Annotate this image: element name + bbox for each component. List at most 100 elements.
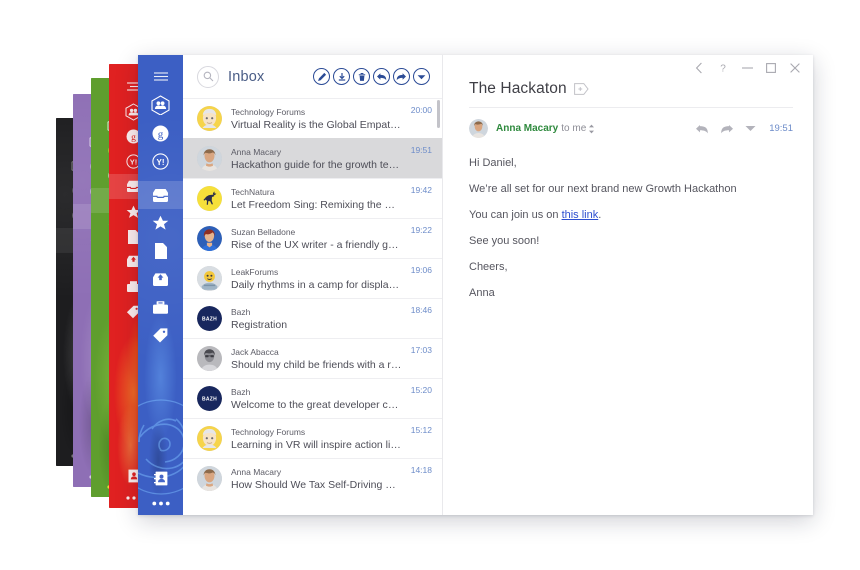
sidebar-item-starred[interactable] [138,209,183,237]
message-row[interactable]: LeakForums Daily rhythms in a camp for d… [183,258,442,298]
message-text: Suzan Belladone Rise of the UX writer - … [231,226,402,252]
body-line-3: See you soon! [469,235,540,247]
list-toolbar [313,68,430,85]
message-subject: Let Freedom Sing: Remixing the Declarati… [231,198,402,211]
compose-icon[interactable] [313,68,330,85]
message-text: LeakForums Daily rhythms in a camp for d… [231,266,402,292]
message-time: 17:03 [410,345,432,355]
message-sender: LeakForums [231,266,279,277]
sidebar-item-inbox[interactable] [138,181,183,209]
message-subject: How Should We Tax Self-Driving Cars? [231,478,402,491]
sidebar-item-yahoo-account[interactable]: Y! [138,147,183,175]
hamburger-menu-button[interactable] [138,64,183,88]
caret-down-icon[interactable] [745,125,756,132]
message-time: 19:42 [410,185,432,195]
svg-text:BAZH: BAZH [202,317,217,323]
sender-avatar [469,119,488,138]
body-line-1: We’re all set for our next brand new Gro… [469,183,737,195]
email-body: Hi Daniel, We’re all set for our next br… [443,138,813,314]
window-controls: ? [687,58,807,78]
message-time: 20:00 [410,105,432,115]
forward-arrow-icon[interactable] [393,68,410,85]
message-row[interactable]: Technology Forums Learning in VR will in… [183,418,442,458]
reply-arrow-icon[interactable] [373,68,390,85]
message-row[interactable]: BAZH Bazh Welcome to the great developer… [183,378,442,418]
message-row[interactable]: Anna Macary How Should We Tax Self-Drivi… [183,458,442,498]
recipient-expand-icon[interactable] [588,124,595,134]
sidebar-item-drafts[interactable] [138,237,183,265]
sidebar-items: g Y! [138,55,183,515]
sidebar-item-contacts-hex[interactable] [138,91,183,119]
trash-icon[interactable] [353,68,370,85]
svg-text:BAZH: BAZH [202,397,217,403]
sidebar-item-archive[interactable] [138,293,183,321]
screenshot-root: g Y! g Y! Inbox Technology Forums Virtua… [0,0,860,570]
email-subject: The Hackaton [469,80,567,97]
message-subject: Learning in VR will inspire action like … [231,438,402,451]
forward-arrow-icon[interactable] [720,124,734,134]
sender-meta: Anna Macary to me [496,123,595,134]
message-subject: Hackathon guide for the growth team [231,158,402,171]
svg-text:g: g [131,133,136,143]
download-icon[interactable] [333,68,350,85]
avatar [197,346,222,371]
message-subject: Daily rhythms in a camp for displaced pe… [231,278,402,291]
message-time: 15:20 [410,385,432,395]
message-subject: Welcome to the great developer commu… [231,398,402,411]
message-row[interactable]: Suzan Belladone Rise of the UX writer - … [183,218,442,258]
body-greeting: Hi Daniel, [469,157,517,169]
message-text: TechNatura Let Freedom Sing: Remixing th… [231,186,402,212]
chevron-down-icon[interactable] [413,68,430,85]
avatar: BAZH [197,306,222,331]
sender-name: Anna Macary [496,123,559,134]
message-text: Technology Forums Virtual Reality is the… [231,106,402,132]
svg-text:?: ? [720,64,726,74]
body-line-2-post: . [598,209,602,221]
message-row[interactable]: BAZH Bazh Registration 18:46 [183,298,442,338]
message-text: Technology Forums Learning in VR will in… [231,426,402,452]
sidebar: g Y! [138,55,183,515]
search-icon[interactable] [197,65,219,88]
message-time: 19:06 [410,265,432,275]
message-subject: Registration [231,318,288,331]
minimize-button[interactable] [735,58,759,78]
message-row[interactable]: TechNatura Let Freedom Sing: Remixing th… [183,178,442,218]
message-time: 15:12 [410,425,432,435]
reply-arrow-icon[interactable] [695,124,709,134]
sidebar-item-labels[interactable] [138,321,183,349]
message-sender: Bazh [231,386,251,397]
message-subject: Virtual Reality is the Global Empathy Ma… [231,118,402,131]
inbox-title: Inbox [228,68,265,85]
mail-app-window: g Y! Inbox Technology Forums Virtual Rea… [138,55,813,515]
maximize-button[interactable] [759,58,783,78]
sidebar-item-google-account[interactable]: g [138,119,183,147]
help-button[interactable]: ? [711,58,735,78]
body-signature: Anna [469,287,495,299]
message-time: 18:46 [410,305,432,315]
message-row[interactable]: Technology Forums Virtual Reality is the… [183,98,442,138]
message-text: Anna Macary How Should We Tax Self-Drivi… [231,466,402,492]
message-timestamp: 19:51 [769,123,793,134]
sidebar-item-address-book[interactable] [138,465,183,491]
svg-text:Y!: Y! [130,158,138,167]
message-row[interactable]: Anna Macary Hackathon guide for the grow… [183,138,442,178]
sender-row: Anna Macary to me 19:51 [443,108,813,138]
tag-plus-icon[interactable] [573,83,589,95]
sidebar-item-more-options[interactable] [138,491,183,515]
list-header: Inbox [183,55,442,98]
message-list: Technology Forums Virtual Reality is the… [183,98,442,515]
svg-text:g: g [158,128,164,140]
svg-text:Y!: Y! [157,157,165,166]
avatar [197,186,222,211]
avatar: BAZH [197,386,222,411]
close-button[interactable] [783,58,807,78]
avatar [197,146,222,171]
list-scrollbar[interactable] [436,100,440,128]
message-row[interactable]: Jack Abacca Should my child be friends w… [183,338,442,378]
message-sender: Technology Forums [231,106,306,117]
back-button[interactable] [687,58,711,78]
body-link[interactable]: this link [562,209,599,221]
message-text: Jack Abacca Should my child be friends w… [231,346,402,372]
sidebar-item-sent[interactable] [138,265,183,293]
message-sender: TechNatura [231,186,275,197]
